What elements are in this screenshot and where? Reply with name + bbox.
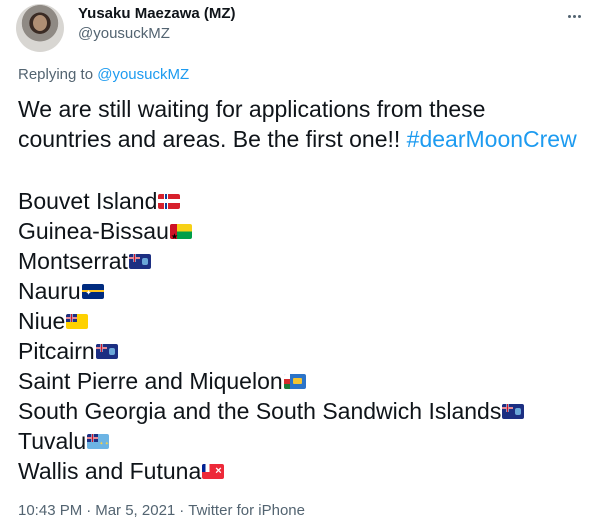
list-item: Bouvet Island	[18, 186, 524, 216]
country-name: Guinea-Bissau	[18, 218, 169, 244]
flag-icon-saint-pierre-miquelon	[283, 373, 306, 389]
country-name: Bouvet Island	[18, 188, 158, 214]
hashtag-link[interactable]: #dearMoonCrew	[407, 126, 577, 152]
flag-icon-guinea-bissau	[169, 223, 192, 239]
reply-prefix: Replying to	[18, 66, 98, 83]
flag-icon-nauru	[81, 283, 104, 299]
tweet-text: We are still waiting for applications fr…	[18, 94, 583, 154]
tweet-text-line-1: We are still waiting for applications fr…	[18, 96, 486, 122]
flag-icon-wallis-futuna	[202, 463, 225, 479]
list-item: South Georgia and the South Sandwich Isl…	[18, 396, 525, 426]
separator: ·	[179, 502, 185, 519]
flag-icon-niue	[66, 313, 89, 329]
country-name: Montserrat	[18, 248, 128, 274]
list-item: Wallis and Futuna	[18, 456, 524, 486]
avatar[interactable]	[16, 4, 64, 52]
list-item: Montserrat	[18, 246, 524, 276]
list-item: Niue	[18, 306, 524, 336]
user-handle[interactable]: @yousuckMZ	[78, 25, 170, 42]
tweet-metadata: 10:43 PM · Mar 5, 2021 · Twitter for iPhone	[18, 502, 305, 519]
flag-icon-tuvalu	[87, 433, 110, 449]
tweet-date-link[interactable]: Mar 5, 2021	[95, 502, 175, 519]
tweet-text-line-2: countries and areas. Be the first one!!	[18, 126, 407, 152]
tweet-time-link[interactable]: 10:43 PM	[18, 502, 82, 519]
flag-icon-pitcairn	[95, 343, 118, 359]
list-item: Pitcairn	[18, 336, 524, 366]
country-name: Pitcairn	[18, 338, 95, 364]
flag-icon-montserrat	[128, 253, 151, 269]
display-name[interactable]: Yusaku Maezawa (MZ)	[78, 5, 236, 22]
separator: ·	[86, 502, 92, 519]
country-name: Saint Pierre and Miquelon	[18, 368, 283, 394]
flag-icon-south-georgia	[502, 403, 525, 419]
tweet-card: Yusaku Maezawa (MZ) @yousuckMZ Replying …	[0, 0, 597, 528]
country-list: Bouvet Island Guinea-Bissau Montserrat N…	[18, 186, 525, 486]
country-name: Niue	[18, 308, 66, 334]
flag-icon-norway	[158, 193, 181, 209]
tweet-source: Twitter for iPhone	[188, 502, 305, 519]
reply-context: Replying to @yousuckMZ	[18, 66, 189, 83]
list-item: Guinea-Bissau	[18, 216, 524, 246]
reply-mention-link[interactable]: @yousuckMZ	[97, 66, 189, 83]
country-name: South Georgia and the South Sandwich Isl…	[18, 398, 502, 424]
more-icon[interactable]	[564, 6, 584, 26]
list-item: Nauru	[18, 276, 524, 306]
list-item: Tuvalu	[18, 426, 524, 456]
country-name: Tuvalu	[18, 428, 87, 454]
country-name: Wallis and Futuna	[18, 458, 202, 484]
country-name: Nauru	[18, 278, 81, 304]
list-item: Saint Pierre and Miquelon	[18, 366, 524, 396]
